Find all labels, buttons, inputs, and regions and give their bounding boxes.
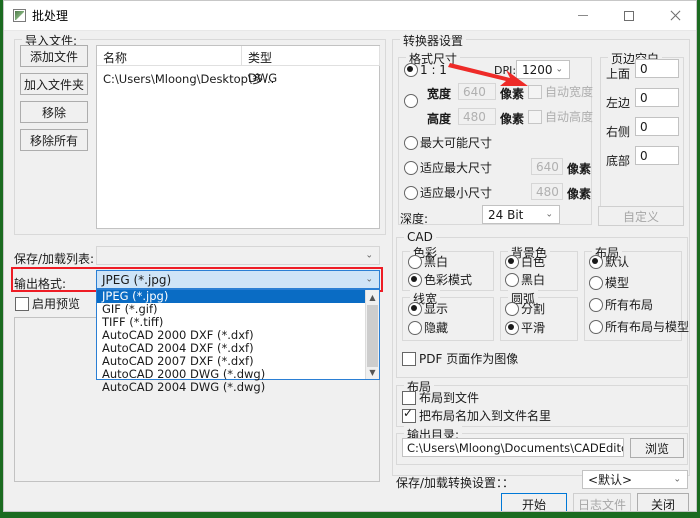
append-layout-name-checkbox[interactable]: 把布局名加入到文件名里 <box>402 406 551 423</box>
cad-color-bw-radio[interactable]: 黑白 <box>408 255 448 269</box>
start-button[interactable]: 开始 <box>501 493 567 511</box>
height-input[interactable]: 480 <box>458 108 496 125</box>
app-icon <box>13 9 26 22</box>
margin-left-input[interactable]: 0 <box>635 88 679 107</box>
cad-lineweight-show-radio[interactable]: 显示 <box>408 302 448 316</box>
save-load-list-combo[interactable]: ⌄ <box>96 246 380 265</box>
cad-layout-all-and-model-radio[interactable]: 所有布局与模型 <box>589 320 689 334</box>
maximize-icon[interactable] <box>606 1 652 30</box>
cad-arc-smooth-radio[interactable]: 平滑 <box>505 321 545 335</box>
margin-right-label: 右侧 <box>606 125 631 139</box>
output-format-combo[interactable]: JPEG (*.jpg) ⌄ <box>96 270 380 289</box>
auto-height-checkbox[interactable]: 自动高度 <box>528 110 593 124</box>
cad-group-label: CAD <box>404 230 436 244</box>
width-unit-label: 像素 <box>500 87 525 101</box>
pdf-page-as-image-checkbox[interactable]: PDF 页面作为图像 <box>402 352 518 366</box>
column-divider[interactable] <box>241 46 242 66</box>
column-header-name: 名称 <box>103 51 128 65</box>
save-load-settings-value: <默认> <box>588 473 633 487</box>
chevron-down-icon: ⌄ <box>545 209 553 219</box>
minimize-icon[interactable] <box>560 1 606 30</box>
margin-left-label: 左边 <box>606 96 631 110</box>
fit-max-input[interactable]: 640 <box>531 158 563 175</box>
fit-max-size-radio[interactable]: 适应最大尺寸 <box>404 161 492 175</box>
auto-width-checkbox[interactable]: 自动宽度 <box>528 85 593 99</box>
layout-to-file-checkbox[interactable]: 布局到文件 <box>402 391 479 405</box>
width-label: 宽度 <box>427 87 452 101</box>
chevron-down-icon: ⌄ <box>673 474 681 484</box>
dropdown-options[interactable]: JPEG (*.jpg) GIF (*.gif) TIFF (*.tiff) Auto… <box>97 290 379 394</box>
output-format-value: JPEG (*.jpg) <box>102 272 172 287</box>
chevron-down-icon: ⌄ <box>365 250 373 260</box>
output-format-dropdown-list[interactable]: JPEG (*.jpg) GIF (*.gif) TIFF (*.tiff) Auto… <box>96 289 380 394</box>
chevron-down-icon: ⌄ <box>365 274 373 284</box>
remove-button[interactable]: 移除 <box>20 101 88 123</box>
dropdown-option[interactable]: AutoCAD 2004 DWG (*.dwg) <box>97 381 379 394</box>
remove-all-button[interactable]: 移除所有 <box>20 129 88 151</box>
height-unit-label: 像素 <box>500 112 525 126</box>
close-button[interactable]: 关闭 <box>637 493 689 511</box>
output-format-label: 输出格式: <box>14 277 67 291</box>
depth-value: 24 Bit <box>488 207 524 222</box>
column-divider-end[interactable] <box>379 46 380 66</box>
save-load-settings-combo[interactable]: <默认> ⌄ <box>582 470 688 489</box>
dpi-combo[interactable]: 1200 ⌄ <box>516 60 570 79</box>
depth-combo[interactable]: 24 Bit ⌄ <box>482 205 560 224</box>
title-bar: 批处理 <box>4 1 696 31</box>
add-file-button[interactable]: 添加文件 <box>20 45 88 67</box>
fit-min-input[interactable]: 480 <box>531 183 563 200</box>
margin-right-input[interactable]: 0 <box>635 117 679 136</box>
file-list[interactable]: 名称 类型 C:\Users\Mloong\Desktop\多... DWG <box>96 45 380 229</box>
scrollbar-thumb[interactable] <box>367 305 378 367</box>
browse-button[interactable]: 浏览 <box>630 438 684 458</box>
depth-label: 深度: <box>400 212 429 226</box>
file-list-header: 名称 类型 <box>97 46 380 66</box>
cad-lineweight-hide-radio[interactable]: 隐藏 <box>408 321 448 335</box>
save-load-list-label: 保存/加载列表: <box>14 252 95 266</box>
dpi-label: DPI: <box>494 64 517 77</box>
ratio-1-1-radio[interactable]: 1 : 1 <box>404 63 447 77</box>
save-load-settings-label: 保存/加载转换设置：： <box>396 476 515 490</box>
dpi-value: 1200 <box>522 62 553 77</box>
output-dir-input[interactable]: C:\Users\Mloong\Documents\CADEditorX 14\… <box>402 438 624 457</box>
custom-button: 自定义 <box>598 206 684 226</box>
cad-layout-model-radio[interactable]: 模型 <box>589 276 629 290</box>
chevron-down-icon: ⌄ <box>555 64 563 74</box>
fit-max-unit-label: 像素 <box>567 162 592 176</box>
height-label: 高度 <box>427 112 452 126</box>
scroll-up-icon[interactable]: ▲ <box>366 290 379 304</box>
fit-min-unit-label: 像素 <box>567 187 592 201</box>
cad-layout-all-radio[interactable]: 所有布局 <box>589 298 653 312</box>
batch-process-window: 批处理 导入文件: 添加文件 加入文件夹 移除 移除所有 名称 类型 C:\Us… <box>3 0 697 512</box>
margin-top-label: 上面 <box>606 67 631 81</box>
column-header-type: 类型 <box>248 51 273 65</box>
cell-file-type: DWG <box>248 71 278 85</box>
enable-preview-checkbox[interactable]: 启用预览 <box>15 297 80 311</box>
fit-min-size-radio[interactable]: 适应最小尺寸 <box>404 186 492 200</box>
cad-background-bw-radio[interactable]: 黑白 <box>505 273 545 287</box>
dropdown-scrollbar[interactable]: ▲ ▼ <box>365 290 379 379</box>
width-input[interactable]: 640 <box>458 83 496 100</box>
log-file-button: 日志文件 <box>573 493 631 511</box>
cad-layout-default-radio[interactable]: 默认 <box>589 255 629 269</box>
margin-bottom-input[interactable]: 0 <box>635 146 679 165</box>
margin-top-input[interactable]: 0 <box>635 59 679 78</box>
margin-bottom-label: 底部 <box>606 154 631 168</box>
max-possible-size-radio[interactable]: 最大可能尺寸 <box>404 136 492 150</box>
scroll-down-icon[interactable]: ▼ <box>366 365 379 379</box>
cad-arc-split-radio[interactable]: 分割 <box>505 302 545 316</box>
add-folder-button[interactable]: 加入文件夹 <box>20 73 88 95</box>
converter-settings-label: 转换器设置 <box>400 32 467 49</box>
window-title: 批处理 <box>32 9 69 23</box>
close-icon[interactable] <box>652 1 696 30</box>
cad-color-mode-radio[interactable]: 色彩模式 <box>408 273 472 287</box>
cad-background-white-radio[interactable]: 白色 <box>505 255 545 269</box>
